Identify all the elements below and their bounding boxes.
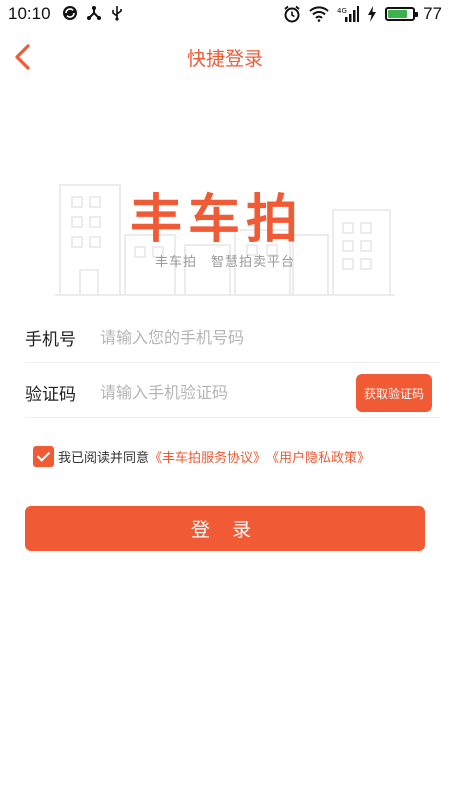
share-icon [87,6,101,20]
battery-level: 77 [423,4,442,23]
battery-fill [388,10,407,18]
status-icons-right: 4G 77 [283,4,442,24]
charging-icon [368,6,377,22]
code-row: 验证码 获取验证码 [25,368,440,418]
code-input[interactable] [100,376,350,408]
get-code-button[interactable]: 获取验证码 [356,374,432,412]
phone-label: 手机号 [25,330,76,350]
slogan-brand-name: 丰车拍 [155,255,198,270]
usb-icon [112,6,122,21]
agreement-checkbox[interactable] [33,446,54,467]
status-time: 10:10 [8,4,51,23]
battery-icon [385,7,419,21]
agreement-prefix: 我已阅读并同意 [58,451,150,466]
phone-row: 手机号 [25,313,440,363]
login-button[interactable]: 登 录 [25,506,425,551]
agreement-row: 我已阅读并同意 《丰车拍服务协议》 《用户隐私政策》 [33,446,370,467]
slogan-text: 智慧拍卖平台 [211,255,296,270]
alarm-icon [284,5,300,23]
brand-logo: 丰车拍 [130,190,305,250]
service-agreement-link[interactable]: 《丰车拍服务协议》 [149,447,266,466]
brand-slogan: 丰车拍 智慧拍卖平台 [155,251,309,270]
status-bar: 10:10 4G 77 [0,0,450,28]
logo-area: 丰车拍 丰车拍 智慧拍卖平台 [55,175,395,300]
privacy-policy-link[interactable]: 《用户隐私政策》 [266,447,370,466]
sync-icon [63,6,77,20]
phone-input[interactable] [100,321,350,353]
svg-text:4G: 4G [337,7,347,15]
page-title: 快捷登录 [186,48,263,70]
signal-4g-icon: 4G [337,6,360,22]
nav-bar: 快捷登录 [0,28,450,86]
status-icons-left [62,5,124,21]
code-label: 验证码 [25,385,76,405]
wifi-icon [309,6,329,22]
